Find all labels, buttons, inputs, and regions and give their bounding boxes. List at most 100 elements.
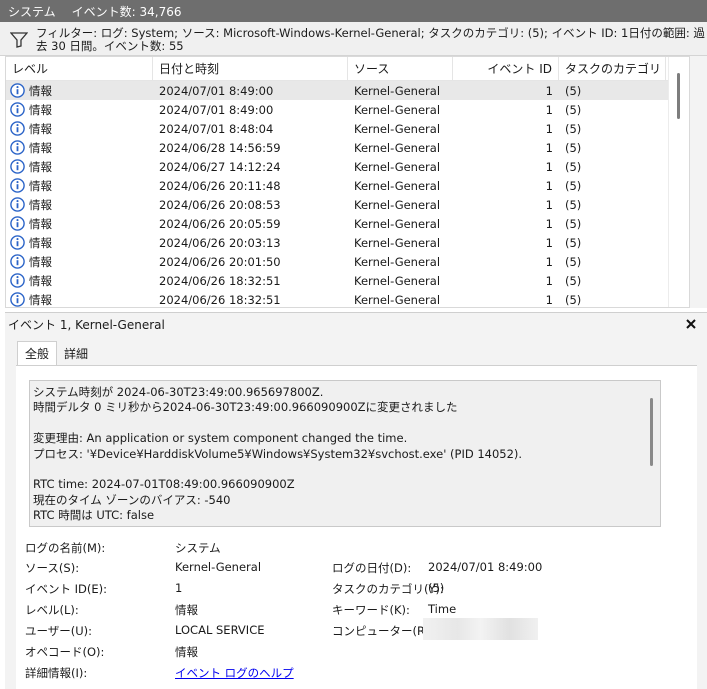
row-date: 2024/06/26 20:01:50 xyxy=(159,254,281,269)
event-id-label: イベント ID(E): xyxy=(25,582,108,596)
row-level-text: 情報 xyxy=(29,102,52,117)
row-level-text: 情報 xyxy=(29,159,52,174)
row-source: Kernel-General xyxy=(354,292,441,307)
row-level-text: 情報 xyxy=(29,140,52,155)
column-header-source[interactable]: ソース xyxy=(348,57,453,81)
row-event-id: 1 xyxy=(545,102,553,117)
row-level: 情報 xyxy=(6,254,153,270)
column-header-level[interactable]: レベル xyxy=(6,57,153,81)
table-row[interactable]: 情報 2024/07/01 8:48:04 Kernel-General 1 (5) xyxy=(6,119,689,138)
table-row[interactable]: 情報 2024/06/27 14:12:24 Kernel-General 1 (5) xyxy=(6,157,689,176)
description-line: 変更理由: An application or system component… xyxy=(33,431,408,446)
row-event-id: 1 xyxy=(545,197,553,212)
keyword-label: キーワード(K): xyxy=(332,603,410,617)
row-event-id: 1 xyxy=(545,178,553,193)
row-date: 2024/06/26 20:11:48 xyxy=(159,178,281,193)
row-event-id: 1 xyxy=(545,140,553,155)
event-list[interactable]: レベル 日付と時刻 ソース イベント ID タスクのカテゴリ 情報 2024/07… xyxy=(5,56,690,308)
table-row[interactable]: 情報 2024/06/26 20:03:13 Kernel-General 1 (5) xyxy=(6,233,689,252)
row-source: Kernel-General xyxy=(354,121,441,136)
row-source: Kernel-General xyxy=(354,83,441,98)
description-line: プロセス: '¥Device¥HarddiskVolume5¥Windows¥S… xyxy=(33,446,523,461)
row-date: 2024/07/01 8:48:04 xyxy=(159,121,274,136)
row-level-text: 情報 xyxy=(29,292,52,307)
row-level: 情報 xyxy=(6,140,153,156)
column-header-task-category[interactable]: タスクのカテゴリ xyxy=(559,57,666,81)
info-icon xyxy=(10,216,25,231)
opcode-label: オペコード(O): xyxy=(25,645,105,659)
info-icon xyxy=(10,254,25,269)
description-line: システム時刻が 2024-06-30T23:49:00.965697800Z. xyxy=(33,385,324,399)
row-task-category: (5) xyxy=(565,197,582,212)
table-row[interactable]: 情報 2024/07/01 8:49:00 Kernel-General 1 (5) xyxy=(6,81,689,100)
table-row[interactable]: 情報 2024/06/26 20:11:48 Kernel-General 1 (5) xyxy=(6,176,689,195)
table-row[interactable]: 情報 2024/06/26 20:08:53 Kernel-General 1 (5) xyxy=(6,195,689,214)
info-icon xyxy=(10,102,25,117)
row-source: Kernel-General xyxy=(354,254,441,269)
event-description-lines: システム時刻が 2024-06-30T23:49:00.965697800Z. 時… xyxy=(33,385,656,524)
logged-value: 2024/07/01 8:49:00 xyxy=(428,560,543,574)
row-date: 2024/07/01 8:49:00 xyxy=(159,83,274,98)
event-description[interactable]: システム時刻が 2024-06-30T23:49:00.965697800Z. 時… xyxy=(29,380,661,527)
row-level-text: 情報 xyxy=(29,273,52,288)
row-source: Kernel-General xyxy=(354,159,441,174)
event-detail-title: イベント 1, Kernel-General xyxy=(8,317,165,332)
event-rows: 情報 2024/07/01 8:49:00 Kernel-General 1 (5) 情報… xyxy=(6,81,689,307)
row-event-id: 1 xyxy=(545,159,553,174)
row-level: 情報 xyxy=(6,83,153,99)
description-line xyxy=(33,462,656,477)
description-line xyxy=(33,416,656,431)
event-count: イベント数: 34,766 xyxy=(71,4,182,19)
table-row[interactable]: 情報 2024/06/26 20:05:59 Kernel-General 1 (5) xyxy=(6,214,689,233)
general-tab-panel: システム時刻が 2024-06-30T23:49:00.965697800Z. 時… xyxy=(16,365,697,689)
info-icon xyxy=(10,178,25,193)
row-level: 情報 xyxy=(6,121,153,137)
event-detail-header: イベント 1, Kernel-General xyxy=(5,313,707,335)
row-source: Kernel-General xyxy=(354,235,441,250)
row-date: 2024/06/26 20:03:13 xyxy=(159,235,281,250)
opcode-value: 情報 xyxy=(175,645,198,659)
row-event-id: 1 xyxy=(545,121,553,136)
event-detail-pane: イベント 1, Kernel-General 全般 詳細 システム時刻が 202… xyxy=(5,312,707,689)
log-title-bar: システム イベント数: 34,766 xyxy=(0,0,707,22)
info-icon xyxy=(10,235,25,250)
row-task-category: (5) xyxy=(565,121,582,136)
tab-general[interactable]: 全般 xyxy=(17,341,58,365)
description-scrollbar-thumb[interactable] xyxy=(650,398,653,466)
table-row[interactable]: 情報 2024/06/26 18:32:51 Kernel-General 1 (5) xyxy=(6,290,689,307)
level-value: 情報 xyxy=(175,603,198,617)
info-icon xyxy=(10,273,25,288)
row-level: 情報 xyxy=(6,235,153,251)
user-value: LOCAL SERVICE xyxy=(175,623,265,637)
row-source: Kernel-General xyxy=(354,216,441,231)
table-row[interactable]: 情報 2024/06/26 18:32:51 Kernel-General 1 (5) xyxy=(6,271,689,290)
info-icon xyxy=(10,83,25,98)
row-source: Kernel-General xyxy=(354,178,441,193)
row-date: 2024/06/27 14:12:24 xyxy=(159,159,281,174)
info-icon xyxy=(10,159,25,174)
row-task-category: (5) xyxy=(565,140,582,155)
table-row[interactable]: 情報 2024/06/26 20:01:50 Kernel-General 1 (5) xyxy=(6,252,689,271)
event-id-value: 1 xyxy=(175,581,183,595)
description-line: 時間デルタ 0 ミリ秒から2024-06-30T23:49:00.9660909… xyxy=(33,400,458,415)
column-header-date[interactable]: 日付と時刻 xyxy=(153,57,348,81)
close-icon[interactable] xyxy=(685,318,697,330)
filter-description: フィルター: ログ: System; ソース: Microsoft-Window… xyxy=(35,26,705,53)
tab-details[interactable]: 詳細 xyxy=(57,343,95,365)
computer-label: コンピューター(R): xyxy=(332,624,434,638)
table-row[interactable]: 情報 2024/06/28 14:56:59 Kernel-General 1 (5) xyxy=(6,138,689,157)
row-level-text: 情報 xyxy=(29,235,52,250)
row-task-category: (5) xyxy=(565,292,582,307)
log-title: システム xyxy=(8,4,56,19)
row-date: 2024/06/28 14:56:59 xyxy=(159,140,281,155)
log-name-value: システム xyxy=(175,541,221,555)
scrollbar-thumb[interactable] xyxy=(677,73,680,119)
row-source: Kernel-General xyxy=(354,102,441,117)
logged-label: ログの日付(D): xyxy=(332,561,412,575)
row-date: 2024/06/26 20:05:59 xyxy=(159,216,281,231)
event-list-scrollbar[interactable] xyxy=(668,57,689,307)
column-header-event-id[interactable]: イベント ID xyxy=(453,57,559,81)
table-row[interactable]: 情報 2024/07/01 8:49:00 Kernel-General 1 (5) xyxy=(6,100,689,119)
event-log-help-link[interactable]: イベント ログのヘルプ xyxy=(175,665,294,681)
row-level-text: 情報 xyxy=(29,83,52,98)
